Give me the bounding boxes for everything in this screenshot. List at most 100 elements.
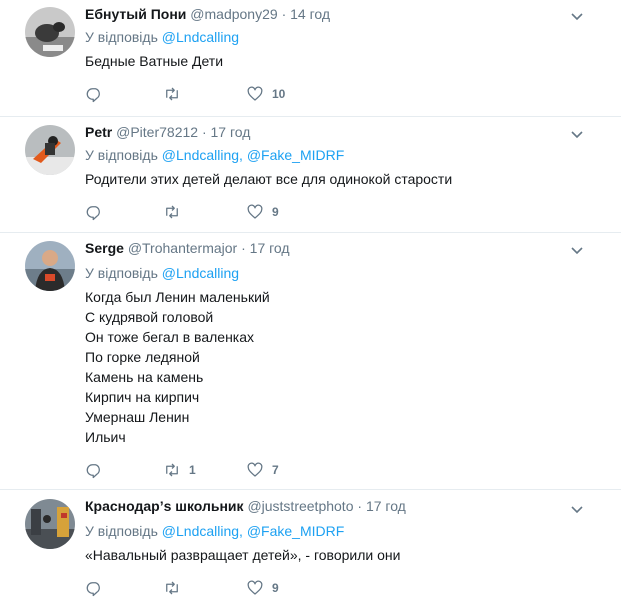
display-name[interactable]: Petr [85, 124, 112, 140]
chevron-down-icon [571, 506, 583, 514]
chevron-down-icon [571, 247, 583, 255]
user-handle[interactable]: @Trohantermajor [128, 240, 237, 256]
tweet-menu-button[interactable] [569, 126, 585, 142]
reply-icon [86, 88, 100, 103]
reply-context: У відповідь @Lndcalling [85, 28, 239, 46]
tweet-actions: 9 [85, 578, 335, 598]
user-handle[interactable]: @Piter78212 [116, 124, 198, 140]
avatar-photo-pony [25, 7, 75, 57]
reply-context: У відповідь @Lndcalling, @Fake_MIDRF [85, 522, 344, 540]
heart-icon [247, 462, 263, 477]
text-line: «Навальный развращает детей», - говорили… [85, 547, 401, 563]
timestamp[interactable]: 17 год [211, 124, 251, 140]
tweet-header: Краснодар’s школьник @juststreetphoto · … [85, 497, 406, 515]
display-name[interactable]: Ебнутый Пони [85, 6, 186, 22]
tweet[interactable]: Ебнутый Пони @madpony29 · 14 год У відпо… [0, 0, 621, 117]
like-button[interactable]: 7 [246, 460, 279, 480]
like-count: 7 [272, 463, 279, 477]
retweet-button[interactable] [163, 84, 189, 104]
retweet-icon [166, 205, 178, 219]
tweet-header: Ебнутый Пони @madpony29 · 14 год [85, 5, 330, 23]
separator-dot: · [357, 498, 363, 514]
text-line: Умернаш Ленин [85, 409, 190, 425]
reply-prefix: У відповідь [85, 265, 158, 281]
retweet-button[interactable] [163, 202, 189, 222]
heart-icon [247, 580, 263, 595]
avatar[interactable] [25, 125, 75, 175]
reply-button[interactable] [85, 460, 111, 480]
user-handle[interactable]: @madpony29 [190, 6, 277, 22]
like-count: 10 [272, 87, 286, 101]
tweet-menu-button[interactable] [569, 242, 585, 258]
reply-icon [86, 582, 100, 597]
avatar[interactable] [25, 7, 75, 57]
mention-link[interactable]: @Fake_MIDRF [247, 147, 344, 163]
reply-prefix: У відповідь [85, 523, 158, 539]
text-line: По горке ледяной [85, 349, 200, 365]
text-line: Камень на камень [85, 369, 204, 385]
display-name[interactable]: Serge [85, 240, 124, 256]
like-button[interactable]: 10 [246, 84, 285, 104]
reply-context: У відповідь @Lndcalling [85, 264, 239, 282]
heart-icon [247, 204, 263, 219]
tweet-feed: Ебнутый Пони @madpony29 · 14 год У відпо… [0, 0, 621, 601]
reply-button[interactable] [85, 578, 111, 598]
tweet-header: Serge @Trohantermajor · 17 год [85, 239, 290, 257]
retweet-button[interactable] [163, 578, 189, 598]
like-count: 9 [272, 205, 279, 219]
text-line: Ильич [85, 429, 126, 445]
tweet-text: «Навальный развращает детей», - говорили… [85, 545, 400, 565]
tweet-menu-button[interactable] [569, 8, 585, 24]
display-name[interactable]: Краснодар’s школьник [85, 498, 244, 514]
text-line: Бедные Ватные Дети [85, 53, 224, 69]
tweet[interactable]: Serge @Trohantermajor · 17 год У відпові… [0, 234, 621, 490]
separator-dot: · [201, 124, 207, 140]
retweet-button[interactable]: 1 [163, 460, 196, 480]
mention-link[interactable]: @Lndcalling, [162, 523, 243, 539]
chevron-down-icon [571, 13, 583, 21]
heart-icon [247, 86, 263, 101]
mention-link[interactable]: @Lndcalling, [162, 147, 243, 163]
tweet-text: Когда был Ленин маленький С кудрявой гол… [85, 287, 270, 447]
avatar-photo-street [25, 499, 75, 549]
mention-link[interactable]: @Lndcalling [162, 265, 239, 281]
user-handle[interactable]: @juststreetphoto [247, 498, 353, 514]
tweet[interactable]: Petr @Piter78212 · 17 год У відповідь @L… [0, 118, 621, 233]
like-button[interactable]: 9 [246, 202, 279, 222]
text-line: Кирпич на кирпич [85, 389, 200, 405]
text-line: Когда был Ленин маленький [85, 289, 270, 305]
tweet-menu-button[interactable] [569, 501, 585, 517]
retweet-icon [166, 581, 178, 595]
text-line: Он тоже бегал в валенках [85, 329, 255, 345]
tweet-actions: 9 [85, 202, 335, 222]
reply-button[interactable] [85, 84, 111, 104]
tweet-text: Бедные Ватные Дети [85, 51, 223, 71]
like-button[interactable]: 9 [246, 578, 279, 598]
separator-dot: · [241, 240, 246, 256]
reply-context: У відповідь @Lndcalling, @Fake_MIDRF [85, 146, 344, 164]
timestamp[interactable]: 14 год [290, 6, 330, 22]
avatar[interactable] [25, 499, 75, 549]
text-line: Родители этих детей делают все для одино… [85, 171, 453, 187]
reply-icon [86, 206, 100, 221]
timestamp[interactable]: 17 год [250, 240, 290, 256]
reply-prefix: У відповідь [85, 147, 158, 163]
tweet-text: Родители этих детей делают все для одино… [85, 169, 452, 189]
retweet-count: 1 [189, 463, 196, 477]
reply-button[interactable] [85, 202, 111, 222]
retweet-icon [166, 463, 178, 477]
avatar-photo-snowboard [25, 125, 75, 175]
text-line: С кудрявой головой [85, 309, 214, 325]
reply-prefix: У відповідь [85, 29, 158, 45]
mention-link[interactable]: @Fake_MIDRF [247, 523, 344, 539]
chevron-down-icon [571, 131, 583, 139]
tweet-actions: 1 7 [85, 460, 335, 480]
mention-link[interactable]: @Lndcalling [162, 29, 239, 45]
avatar[interactable] [25, 241, 75, 291]
timestamp[interactable]: 17 год [366, 498, 406, 514]
tweet[interactable]: Краснодар’s школьник @juststreetphoto · … [0, 491, 621, 601]
reply-icon [86, 464, 100, 479]
like-count: 9 [272, 581, 279, 595]
retweet-icon [166, 87, 178, 101]
tweet-actions: 10 [85, 84, 335, 104]
